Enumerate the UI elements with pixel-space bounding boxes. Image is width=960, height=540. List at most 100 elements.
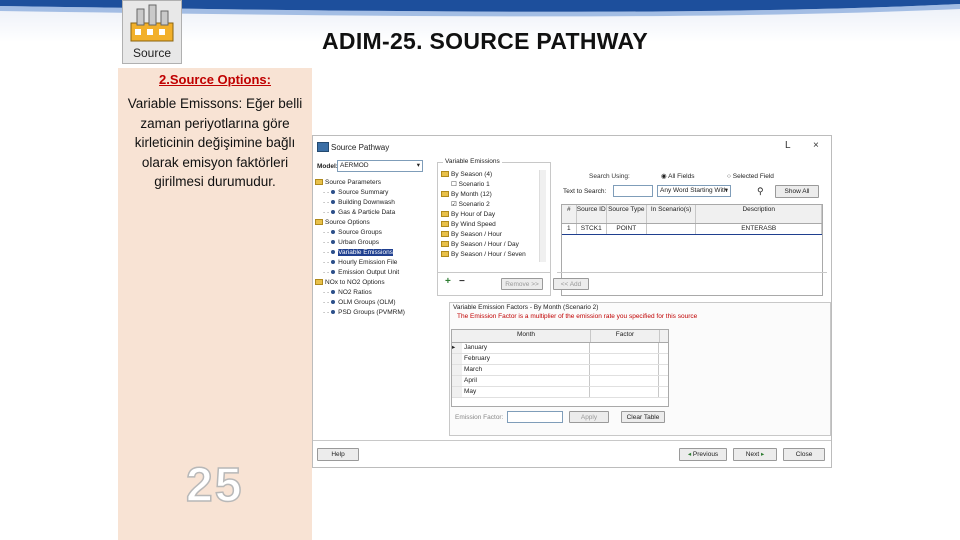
minimize-button[interactable]: L [785, 140, 791, 151]
column-header[interactable]: Month [462, 330, 591, 342]
column-header[interactable]: # [562, 205, 577, 223]
tree-item[interactable]: - - Gas & Particle Data [313, 208, 431, 218]
table-row[interactable]: May [452, 387, 668, 398]
tree-item[interactable]: - - Variable Emissions [313, 248, 431, 258]
factory-icon [130, 4, 174, 42]
help-button[interactable]: Help [317, 448, 359, 461]
tree-item[interactable]: - - OLM Groups (OLM) [313, 298, 431, 308]
next-label: Next [745, 451, 760, 458]
bullet-icon [331, 250, 336, 255]
checkbox-checked-icon[interactable]: ☑ [451, 201, 459, 208]
tree-item[interactable]: - - Source Groups [313, 228, 431, 238]
ve-label: By Season / Hour / Seven [451, 251, 526, 258]
bullet-icon [331, 210, 336, 215]
factor-cell[interactable] [590, 354, 659, 364]
factors-table: Month Factor ▸ January February March April May [451, 329, 669, 407]
month-cell: May [462, 387, 590, 397]
close-button[interactable]: Close [783, 448, 825, 461]
column-header[interactable]: Factor [591, 330, 660, 342]
clear-table-button[interactable]: Clear Table [621, 411, 665, 423]
text-to-search-label: Text to Search: [563, 188, 607, 195]
emission-factor-input[interactable] [507, 411, 563, 423]
arrow-right-icon: ▸ [759, 451, 765, 458]
ve-folder[interactable]: By Season / Hour / Seven [441, 250, 545, 260]
tree-connector: - - [323, 199, 330, 206]
ve-folder[interactable]: By Season / Hour [441, 230, 545, 240]
ve-folder[interactable]: By Season / Hour / Day [441, 240, 545, 250]
ve-label: By Season (4) [451, 171, 493, 178]
remove-scenario-button[interactable]: − [459, 277, 465, 287]
table-row[interactable]: February [452, 354, 668, 365]
grid-header-row: # Source ID Source Type In Scenario(s) Descr… [562, 205, 823, 224]
selected-field-radio[interactable]: ○ Selected Field [727, 172, 774, 182]
table-cell: STCK1 [577, 224, 607, 234]
tree-item[interactable]: - - Hourly Emission File [313, 258, 431, 268]
apply-button[interactable]: Apply [569, 411, 609, 423]
previous-label: Previous [692, 451, 719, 458]
tree-label: Emission Output Unit [338, 269, 400, 276]
column-header[interactable]: Source ID [577, 205, 607, 223]
tree-folder[interactable]: NOx to NO2 Options [313, 278, 431, 288]
source-logo: Source [122, 0, 182, 64]
tree-label: Variable Emissions [338, 249, 393, 256]
bullet-icon [331, 190, 336, 195]
folder-icon [315, 279, 323, 286]
bullet-icon [331, 230, 336, 235]
scenario-item[interactable]: ☑ Scenario 2 [441, 200, 545, 210]
tree-connector: - - [323, 239, 330, 246]
ve-folder[interactable]: By Hour of Day [441, 210, 545, 220]
window-title: Source Pathway [331, 143, 390, 152]
tree-item[interactable]: - - Source Summary [313, 188, 431, 198]
tree-label: Building Downwash [338, 199, 395, 206]
add-scenario-button[interactable]: + [445, 277, 451, 287]
factor-cell[interactable] [590, 387, 659, 397]
tree-item[interactable]: - - PSD Groups (PVMRM) [313, 308, 431, 318]
show-all-button[interactable]: Show All [775, 185, 819, 198]
tree-folder[interactable]: Source Parameters [313, 178, 431, 188]
all-fields-radio[interactable]: ◉ All Fields [661, 172, 695, 182]
logo-label: Source [132, 46, 172, 60]
tree-item[interactable]: - - Building Downwash [313, 198, 431, 208]
table-row[interactable]: ▸ January [452, 343, 668, 354]
month-cell: February [462, 354, 590, 364]
table-row[interactable]: March [452, 365, 668, 376]
previous-button[interactable]: ◂ Previous [679, 448, 727, 461]
next-button[interactable]: Next ▸ [733, 448, 777, 461]
table-cell [647, 224, 697, 234]
factor-cell[interactable] [590, 365, 659, 375]
column-header[interactable]: Source Type [607, 205, 647, 223]
model-value: AERMOD [340, 162, 369, 169]
ve-folder[interactable]: By Month (12) [441, 190, 545, 200]
tree-item[interactable]: - - Emission Output Unit [313, 268, 431, 278]
column-header[interactable]: In Scenario(s) [647, 205, 697, 223]
table-cell: 1 [562, 224, 577, 234]
scenario-scrollbar[interactable] [539, 170, 546, 262]
ve-label: By Season / Hour / Day [451, 241, 519, 248]
match-mode-select[interactable]: Any Word Starting With ▾ [657, 185, 731, 197]
panel-heading: 2.Source Options: [159, 72, 271, 87]
factor-cell[interactable] [590, 343, 659, 353]
close-window-button[interactable]: × [813, 140, 819, 151]
ve-folder[interactable]: By Season (4) [441, 170, 545, 180]
add-sources-button[interactable]: << Add [553, 278, 589, 290]
source-grid: # Source ID Source Type In Scenario(s) Descr… [561, 204, 823, 296]
column-header[interactable]: Description [696, 205, 823, 223]
model-select[interactable]: AERMOD ▾ [337, 160, 423, 172]
page-number: 25 [185, 458, 244, 513]
table-row[interactable]: April [452, 376, 668, 387]
bullet-icon [331, 240, 336, 245]
tree-item[interactable]: - - Urban Groups [313, 238, 431, 248]
navigation-tree: Source Parameters - - Source Summary - - Bui… [313, 178, 431, 318]
scenario-item[interactable]: ☐ Scenario 1 [441, 180, 545, 190]
binoculars-icon[interactable]: ⚲ [757, 186, 764, 196]
remove-sources-button[interactable]: Remove >> [501, 278, 543, 290]
tree-folder[interactable]: Source Options [313, 218, 431, 228]
search-input[interactable] [613, 185, 653, 197]
table-row[interactable]: 1 STCK1 POINT ENTERASB [562, 224, 823, 235]
ve-folder[interactable]: By Wind Speed [441, 220, 545, 230]
factor-cell[interactable] [590, 376, 659, 386]
tree-item[interactable]: - - NO2 Ratios [313, 288, 431, 298]
factors-note: The Emission Factor is a multiplier of t… [457, 313, 698, 320]
checkbox-icon[interactable]: ☐ [451, 181, 459, 188]
bullet-icon [331, 300, 336, 305]
